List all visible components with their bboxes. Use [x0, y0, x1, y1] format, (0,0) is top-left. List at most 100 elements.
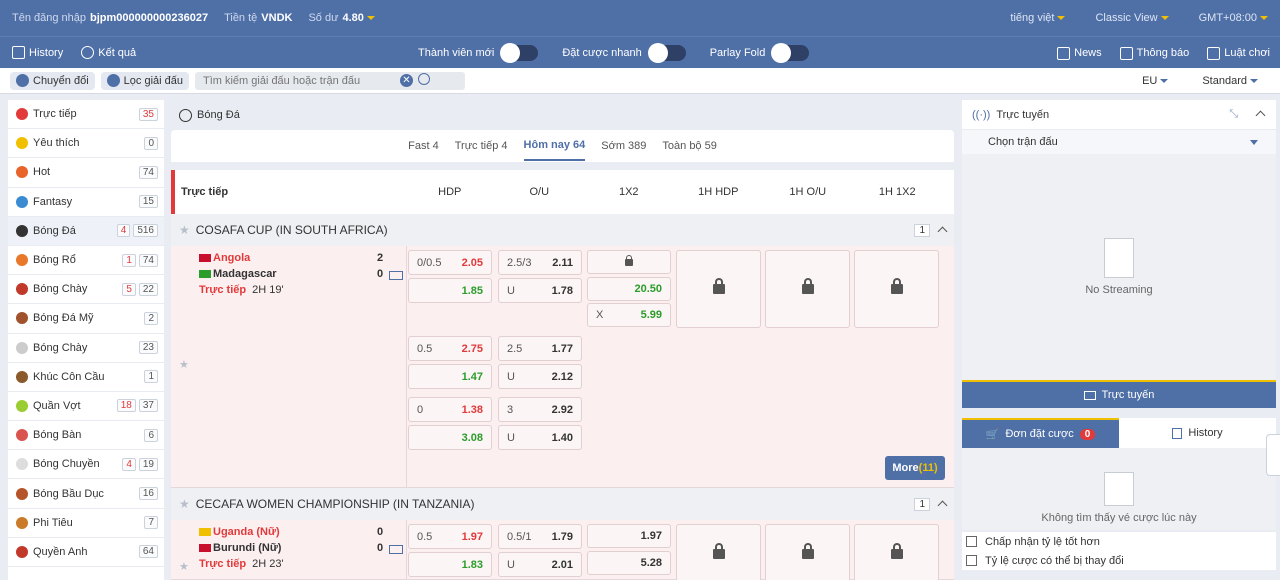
match-status: Trực tiếp 2H 23': [199, 558, 284, 570]
switch-button[interactable]: Chuyển đổi: [10, 71, 95, 90]
sidebar-item[interactable]: Fantasy 15: [8, 188, 164, 217]
odds-cell[interactable]: 3 2.92: [498, 397, 582, 422]
toggle-quick-bet[interactable]: Đặt cược nhanh: [562, 43, 686, 63]
results-button[interactable]: Kết quả: [81, 46, 136, 59]
sidebar-item[interactable]: Khúc Côn Cầu 1: [8, 363, 164, 392]
checkbox[interactable]: [966, 536, 977, 547]
sidebar-item[interactable]: Phi Tiêu 7: [8, 509, 164, 538]
top-bar: Tên đăng nhập bjpm000000000236027 Tiền t…: [0, 0, 1280, 36]
odds-cell[interactable]: 1.83: [408, 552, 492, 577]
sidebar-item[interactable]: Bóng Đá Mỹ 2: [8, 304, 164, 334]
odds-cell[interactable]: U 2.12: [498, 364, 582, 389]
history-button[interactable]: History: [12, 46, 63, 59]
search-icon[interactable]: [418, 73, 430, 85]
odds-type-select[interactable]: EU: [1142, 75, 1169, 87]
odds-cell[interactable]: 0.5 2.75: [408, 336, 492, 361]
sidebar-item[interactable]: Bóng Rổ 1 74: [8, 246, 164, 276]
checkbox[interactable]: [966, 555, 977, 566]
sidebar-item[interactable]: Bóng Chày 23: [8, 334, 164, 363]
sidebar-item[interactable]: Yêu thích 0: [8, 129, 164, 159]
choose-match-select[interactable]: Chọn trận đấu: [962, 130, 1276, 154]
sidebar-item[interactable]: Quyền Anh 64: [8, 538, 164, 567]
more-markets-button[interactable]: More (11): [885, 456, 945, 480]
notice-button[interactable]: Thông báo: [1119, 46, 1189, 60]
no-streaming-text: No Streaming: [1085, 284, 1153, 296]
timezone-select[interactable]: GMT+08:00: [1199, 12, 1268, 24]
tab-market[interactable]: Toàn bộ 59: [662, 132, 716, 160]
star-icon[interactable]: ★: [179, 223, 190, 237]
chevron-up-icon[interactable]: [937, 226, 948, 237]
toggle-switch[interactable]: [500, 43, 539, 63]
odds-cell[interactable]: 20.50: [587, 276, 671, 301]
odds-may-change-option[interactable]: Tỷ lệ cược có thể bị thay đổi: [962, 551, 1276, 570]
sidebar-item-label: Bóng Bàn: [33, 429, 82, 442]
odds-cell[interactable]: 3.08: [408, 425, 492, 450]
flag-icon: [199, 270, 211, 278]
star-icon[interactable]: ★: [179, 497, 190, 511]
tab-market[interactable]: Trực tiếp 4: [455, 132, 508, 160]
tab-bet-slip[interactable]: 🛒 Đơn đặt cược 0: [962, 418, 1119, 448]
handicap-line: 0.5: [417, 530, 433, 543]
history-label: History: [29, 46, 64, 59]
sidebar-item[interactable]: Bóng Đá 4 516: [8, 216, 164, 246]
odds-cell[interactable]: 0 1.38: [408, 397, 492, 422]
odds-cell[interactable]: [587, 250, 671, 274]
total-line: 2.5/3: [507, 256, 532, 269]
sidebar-item[interactable]: Hot 74: [8, 158, 164, 188]
flag-icon: [199, 528, 211, 536]
tab-market[interactable]: Fast 4: [408, 132, 439, 160]
sidebar-item[interactable]: Quần Vợt 18 37: [8, 392, 164, 422]
odds-cell[interactable]: 2.5 1.77: [498, 336, 582, 361]
odds-cell[interactable]: 0/0.5 2.05: [408, 250, 492, 275]
odds-cell[interactable]: 1.47: [408, 364, 492, 389]
total-line: 3: [507, 403, 514, 416]
odds-cell[interactable]: 5.28: [587, 550, 671, 575]
tab-history[interactable]: History: [1119, 418, 1276, 448]
accept-better-odds-option[interactable]: Chấp nhận tỷ lệ tốt hơn: [962, 532, 1276, 551]
odds-cell[interactable]: U 1.78: [498, 278, 582, 303]
league-name: CECAFA WOMEN CHAMPIONSHIP (IN TANZANIA): [195, 497, 475, 511]
league-header[interactable]: ★ COSAFA CUP (IN SOUTH AFRICA) 1: [171, 214, 954, 246]
language-select[interactable]: tiếng việt: [1010, 12, 1066, 24]
tv-icon[interactable]: [389, 545, 403, 554]
side-tool-handle[interactable]: [1266, 434, 1280, 476]
sidebar-item[interactable]: Bóng Bầu Dục 16: [8, 479, 164, 509]
under-label: U: [507, 558, 515, 571]
sidebar-item[interactable]: Bóng Chày 5 22: [8, 275, 164, 305]
live-stream-button[interactable]: Trực tuyến: [962, 380, 1276, 408]
view-select[interactable]: Classic View: [1095, 12, 1169, 24]
balance-dropdown[interactable]: 4.80: [342, 12, 375, 24]
filter-league-button[interactable]: Lọc giải đấu: [100, 71, 189, 90]
odds-cell[interactable]: 2.5/3 2.11: [498, 250, 582, 275]
odds-cell[interactable]: 1.97: [587, 524, 671, 548]
league-name: COSAFA CUP (IN SOUTH AFRICA): [195, 223, 388, 237]
sidebar-item[interactable]: Bóng Chuyền 4 19: [8, 450, 164, 480]
tab-market[interactable]: Sớm 389: [601, 132, 646, 160]
collapse-arrows-icon[interactable]: ⤡: [1229, 108, 1238, 121]
clear-search-icon[interactable]: ✕: [400, 74, 413, 87]
sidebar-item[interactable]: Bóng Bàn 6: [8, 421, 164, 451]
chevron-up-icon[interactable]: [1255, 110, 1266, 121]
odds-cell[interactable]: U 1.40: [498, 425, 582, 450]
odds-cell[interactable]: U 2.01: [498, 552, 582, 577]
odds-cell[interactable]: X 5.99: [587, 303, 671, 327]
toggle-switch[interactable]: [647, 43, 686, 63]
rules-button[interactable]: Luật chơi: [1207, 46, 1270, 60]
toggle-new-member[interactable]: Thành viên mới: [418, 43, 539, 63]
chevron-up-icon[interactable]: [937, 500, 948, 511]
league-header[interactable]: ★ CECAFA WOMEN CHAMPIONSHIP (IN TANZANIA)…: [171, 488, 954, 520]
news-button[interactable]: News: [1057, 46, 1102, 60]
live-count-badge: 18: [116, 399, 136, 413]
live-count-badge: 1: [122, 253, 136, 267]
sidebar-item[interactable]: Trực tiếp 35: [8, 100, 164, 130]
favorite-star-icon[interactable]: ★: [179, 358, 189, 371]
odds-cell[interactable]: 1.85: [408, 278, 492, 303]
toggle-parlay-fold[interactable]: Parlay Fold: [710, 43, 810, 63]
favorite-star-icon[interactable]: ★: [179, 560, 189, 573]
tv-icon[interactable]: [389, 271, 403, 280]
odds-cell[interactable]: 0.5/1 1.79: [498, 524, 582, 549]
tab-market[interactable]: Hôm nay 64: [523, 131, 586, 161]
mode-select[interactable]: Standard: [1202, 75, 1258, 87]
toggle-switch[interactable]: [771, 43, 810, 63]
odds-cell[interactable]: 0.5 1.97: [408, 524, 492, 549]
